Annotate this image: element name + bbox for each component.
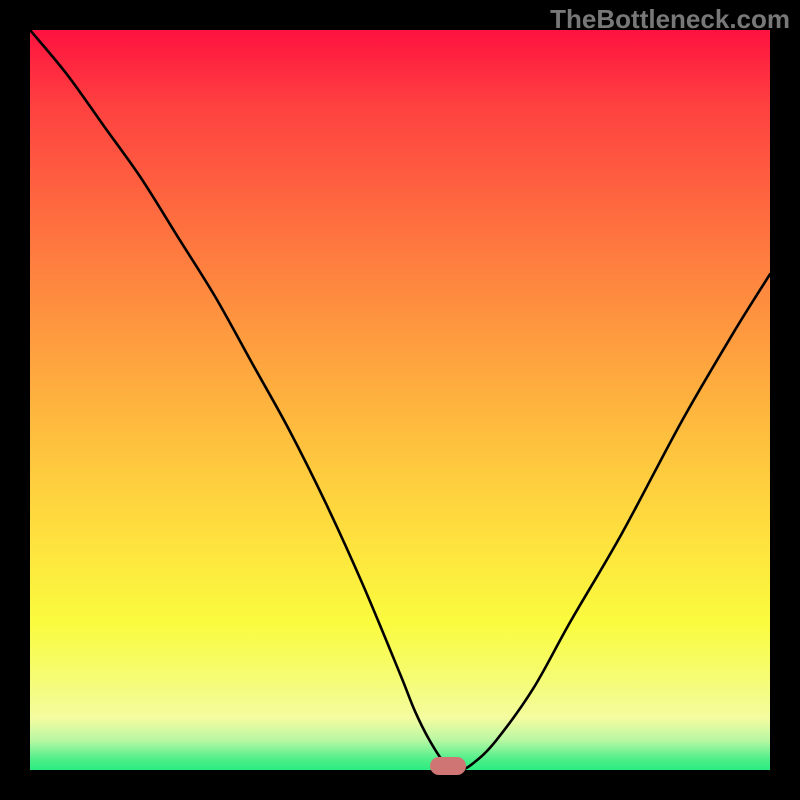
- chart-frame: TheBottleneck.com: [0, 0, 800, 800]
- bottleneck-plot: [30, 30, 770, 770]
- gradient-background: [30, 30, 770, 770]
- optimal-point-marker: [430, 757, 466, 775]
- watermark-text: TheBottleneck.com: [550, 4, 790, 35]
